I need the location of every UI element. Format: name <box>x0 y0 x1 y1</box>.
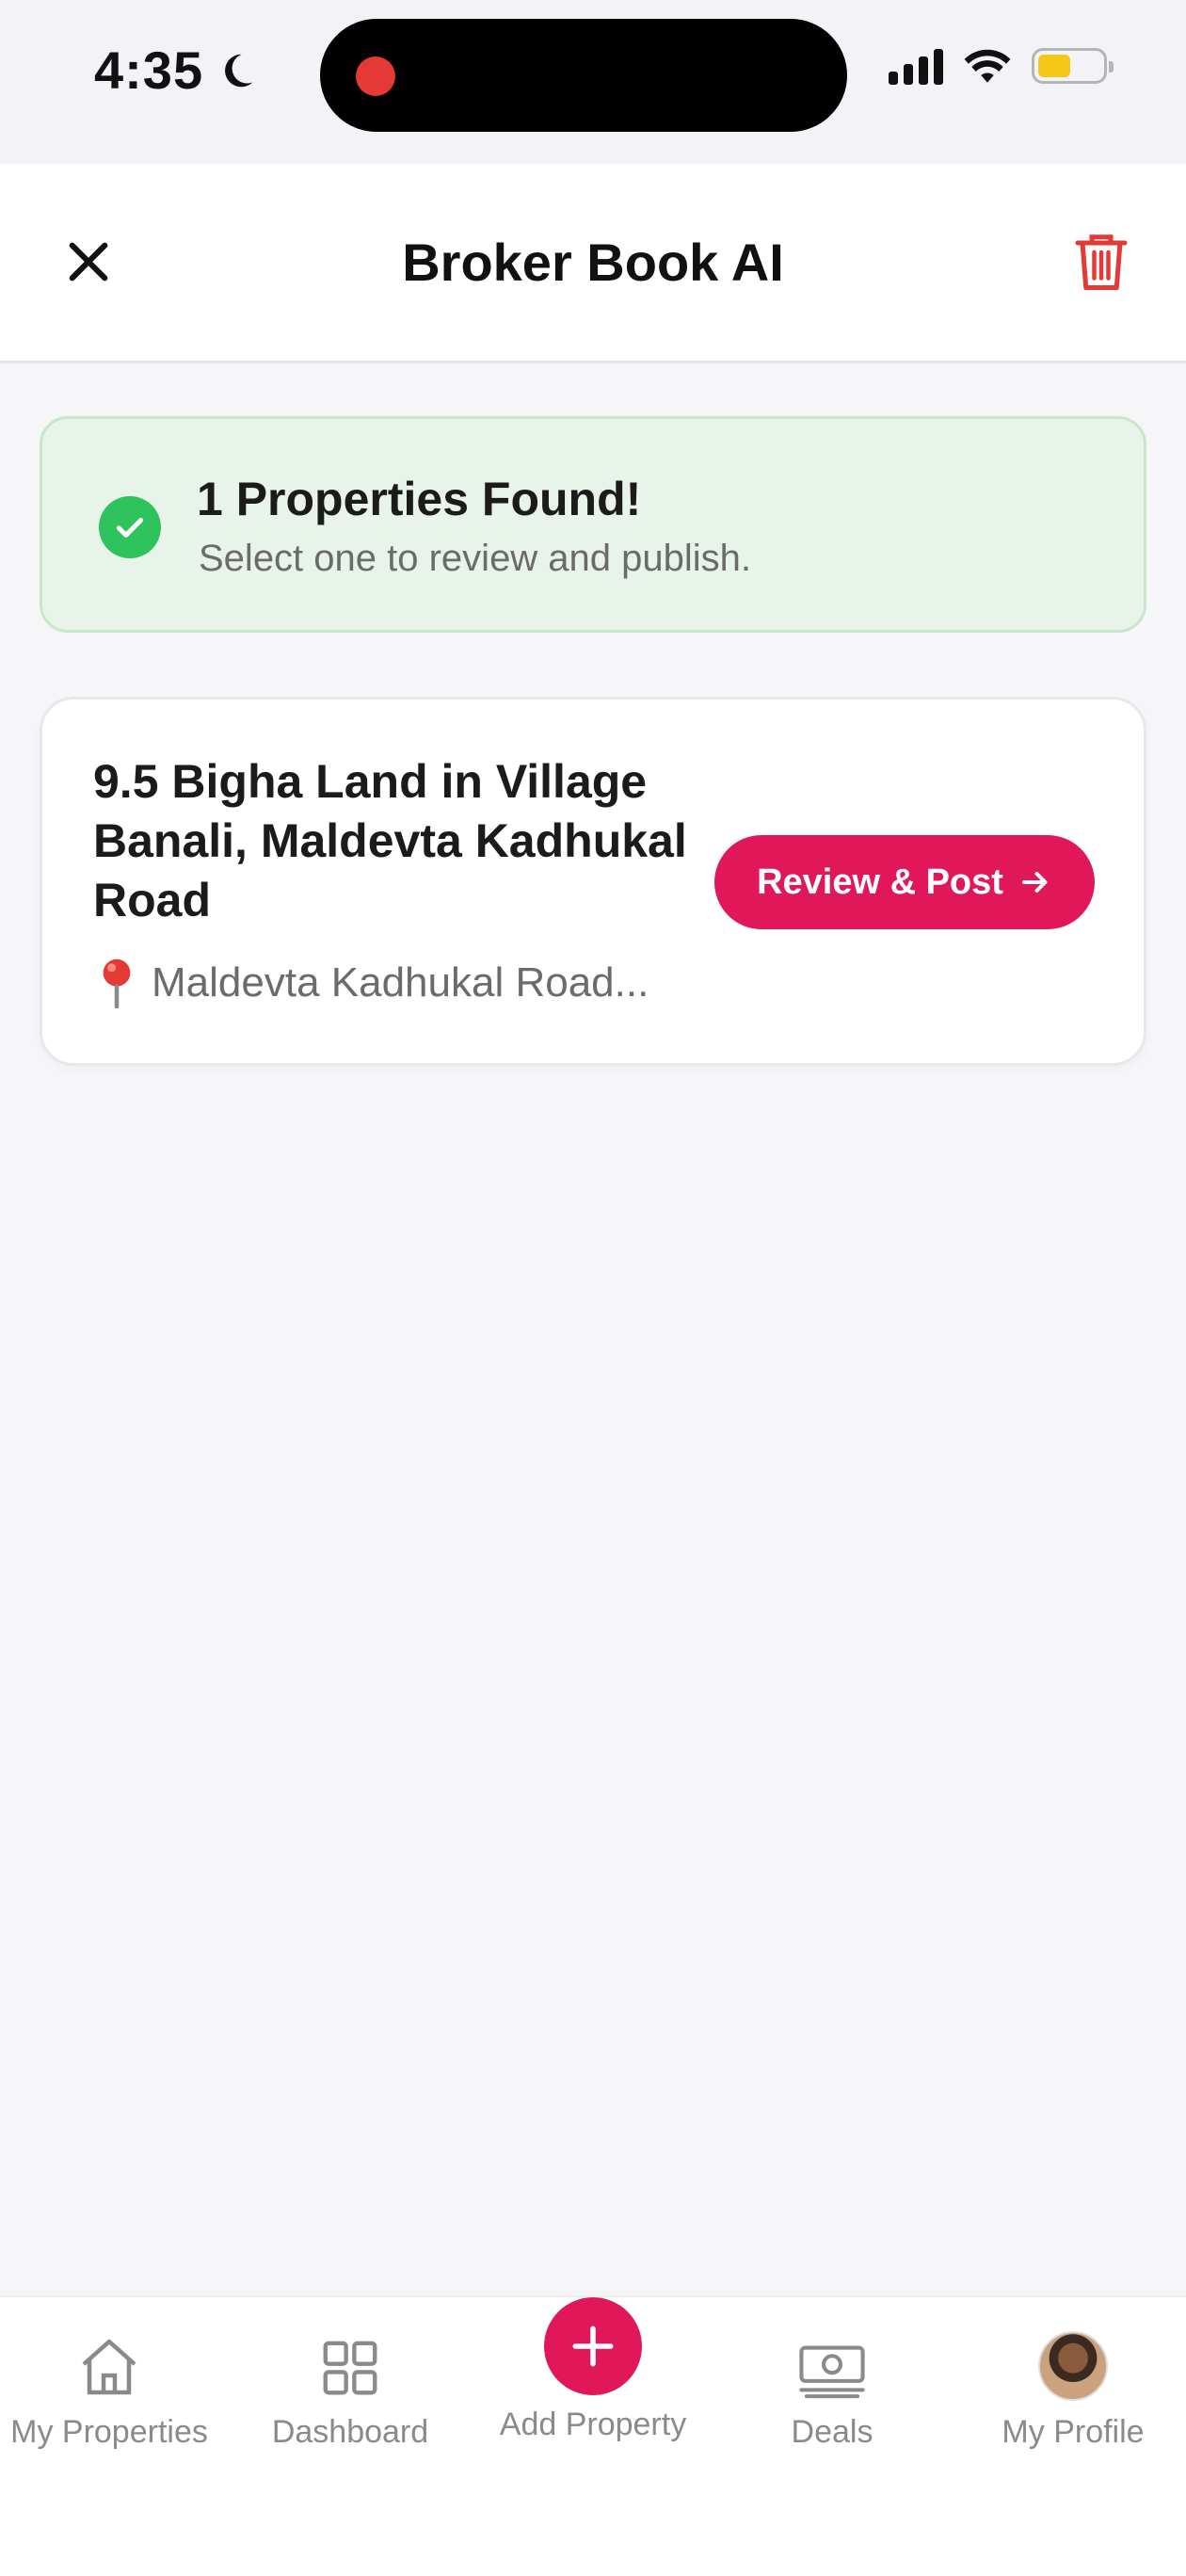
moon-icon <box>225 54 253 87</box>
arrow-right-icon <box>1021 872 1048 893</box>
review-post-button[interactable]: Review & Post <box>714 835 1095 929</box>
banner-title: 1 Properties Found! <box>197 473 642 525</box>
add-property-button[interactable] <box>544 2297 642 2395</box>
property-location: Maldevta Kadhukal Road... <box>99 958 649 1008</box>
nav-item-my-profile[interactable]: My Profile <box>979 2297 1167 2486</box>
nav-label-deals: Deals <box>791 2414 873 2450</box>
recording-indicator-icon <box>356 56 395 96</box>
home-icon <box>82 2339 136 2395</box>
status-icons <box>889 47 1114 85</box>
nav-label-my-properties: My Properties <box>10 2414 208 2450</box>
delete-button[interactable] <box>1064 224 1139 299</box>
check-circle-icon <box>99 496 161 558</box>
status-bar: 4:35 <box>0 0 1186 164</box>
success-banner: 1 Properties Found! Select one to review… <box>40 416 1146 633</box>
dynamic-island <box>320 19 847 132</box>
review-post-label: Review & Post <box>757 861 1003 902</box>
nav-item-deals[interactable]: Deals <box>747 2297 917 2486</box>
nav-item-dashboard[interactable]: Dashboard <box>256 2297 444 2486</box>
bottom-navigation: My Properties Dashboard Add Property Dea… <box>0 2295 1186 2576</box>
nav-label-my-profile: My Profile <box>1002 2414 1145 2450</box>
page-title: Broker Book AI <box>402 233 784 292</box>
nav-item-add-property[interactable]: Add Property <box>484 2260 702 2448</box>
nav-item-my-properties[interactable]: My Properties <box>0 2297 218 2486</box>
property-title: 9.5 Bigha Land in Village Banali, Maldev… <box>93 755 687 926</box>
nav-label-add-property: Add Property <box>499 2407 687 2442</box>
nav-label-dashboard: Dashboard <box>271 2414 429 2450</box>
status-time: 4:35 <box>94 40 258 101</box>
app-header: Broker Book AI <box>0 164 1186 363</box>
battery-icon <box>1032 48 1114 84</box>
avatar <box>1038 2331 1108 2401</box>
cash-icon <box>799 2345 865 2399</box>
wifi-icon <box>964 49 1011 83</box>
grid-icon <box>323 2341 377 2395</box>
location-pin-icon <box>103 958 131 1008</box>
cellular-signal-icon <box>889 47 943 85</box>
trash-icon <box>1075 234 1128 290</box>
property-card[interactable]: 9.5 Bigha Land in Village Banali, Maldev… <box>40 697 1146 1066</box>
banner-subtitle: Select one to review and publish. <box>199 538 752 579</box>
status-time-text: 4:35 <box>94 40 204 100</box>
property-location-text: Maldevta Kadhukal Road... <box>152 959 649 1006</box>
plus-icon <box>572 2326 614 2367</box>
